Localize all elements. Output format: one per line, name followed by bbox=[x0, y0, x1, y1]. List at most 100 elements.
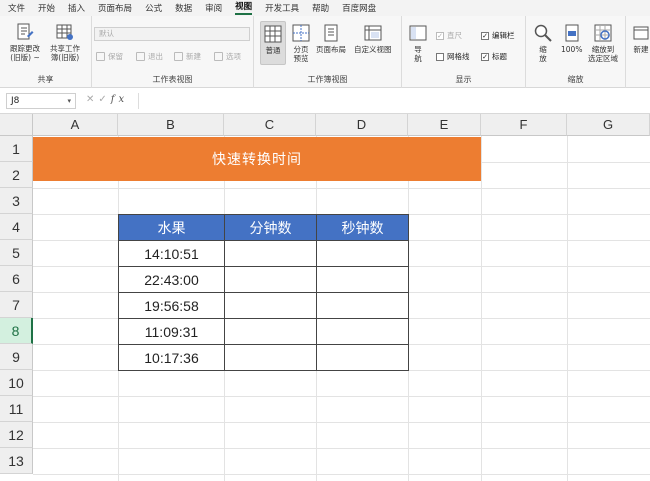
row-header-5[interactable]: 5 bbox=[0, 240, 33, 266]
normal-view-button[interactable]: 普通 bbox=[260, 21, 286, 65]
row-header-9[interactable]: 9 bbox=[0, 344, 33, 370]
share-group-label: 共享 bbox=[37, 75, 54, 84]
ruler-checkbox[interactable]: ✓ 直尺 bbox=[436, 30, 462, 41]
confirm-icon[interactable]: ✓ bbox=[98, 94, 110, 105]
fx-icon[interactable]: fx bbox=[111, 94, 128, 105]
row-header-1[interactable]: 1 bbox=[0, 136, 33, 162]
menu-item-2[interactable]: 插入 bbox=[68, 2, 85, 14]
headings-label: 标题 bbox=[492, 52, 507, 61]
zoom-100-label: 100% bbox=[561, 45, 583, 54]
table-header-cell[interactable]: 分钟数 bbox=[224, 214, 317, 241]
table-cell[interactable] bbox=[316, 240, 409, 267]
share-group: 跟踪更改 (旧版) ~ 共享工作 簿(旧版) 共享 bbox=[0, 16, 92, 88]
table-cell[interactable] bbox=[224, 318, 317, 345]
custom-view-button[interactable]: 自定义视图 bbox=[354, 23, 392, 54]
keep-button[interactable]: 保留 bbox=[96, 51, 123, 62]
page-layout-label: 页面布局 bbox=[316, 45, 346, 54]
menu-bar: 文件 开始 插入 页面布局 公式 数据 审阅 视图 开发工具 帮助 百度网盘 bbox=[0, 0, 650, 16]
zoom-selection-button[interactable]: 缩放到 选定区域 bbox=[588, 23, 618, 63]
custom-view-label: 自定义视图 bbox=[354, 45, 392, 54]
gridlines-checkbox[interactable]: 网格线 bbox=[436, 51, 470, 62]
options-button[interactable]: 选项 bbox=[214, 51, 241, 62]
workbook-view-group-label: 工作簿视图 bbox=[307, 75, 348, 84]
formula-input[interactable] bbox=[138, 93, 646, 109]
zoom-button[interactable]: 缩 放 bbox=[533, 23, 553, 63]
column-header-e[interactable]: E bbox=[408, 114, 481, 136]
row-header-12[interactable]: 12 bbox=[0, 422, 33, 448]
gridline bbox=[33, 396, 650, 397]
menu-item-5[interactable]: 数据 bbox=[175, 2, 192, 14]
formula-bar-checkbox[interactable]: ✓ 编辑栏 bbox=[481, 30, 515, 41]
row-header-6[interactable]: 6 bbox=[0, 266, 33, 292]
new-window-button[interactable]: 新建 bbox=[631, 23, 650, 54]
row-header-3[interactable]: 3 bbox=[0, 188, 33, 214]
table-cell[interactable] bbox=[316, 318, 409, 345]
table-cell[interactable] bbox=[316, 292, 409, 319]
sheet-view-dropdown[interactable]: 默认 bbox=[94, 27, 250, 41]
row-header-11[interactable]: 11 bbox=[0, 396, 33, 422]
menu-item-1[interactable]: 开始 bbox=[38, 2, 55, 14]
new-window-icon bbox=[631, 23, 650, 43]
row-header-4[interactable]: 4 bbox=[0, 214, 33, 240]
menu-item-8[interactable]: 开发工具 bbox=[265, 2, 299, 14]
page-break-preview-button[interactable]: 分页 预览 bbox=[291, 23, 311, 63]
column-header-c[interactable]: C bbox=[224, 114, 316, 136]
row-header-13[interactable]: 13 bbox=[0, 448, 33, 474]
page-layout-icon bbox=[321, 23, 341, 43]
share-workbook-icon bbox=[55, 22, 75, 42]
row-header-8[interactable]: 8 bbox=[0, 318, 33, 344]
row-header-10[interactable]: 10 bbox=[0, 370, 33, 396]
table-header-cell[interactable]: 水果 bbox=[118, 214, 225, 241]
menu-item-9[interactable]: 帮助 bbox=[312, 2, 329, 14]
table-row: 11:09:31 bbox=[118, 318, 409, 345]
navigation-button[interactable]: 导 航 bbox=[408, 23, 428, 63]
chevron-down-icon[interactable]: ▾ bbox=[67, 94, 71, 108]
zoom-100-button[interactable]: 100% bbox=[561, 23, 582, 54]
menu-item-4[interactable]: 公式 bbox=[145, 2, 162, 14]
table-cell[interactable] bbox=[224, 344, 317, 371]
menu-item-7[interactable]: 视图 bbox=[235, 1, 253, 15]
select-all-corner[interactable] bbox=[0, 114, 33, 136]
table-cell[interactable] bbox=[316, 266, 409, 293]
table-cell[interactable]: 22:43:00 bbox=[118, 266, 225, 293]
new-window-label: 新建 bbox=[633, 45, 649, 54]
formula-bar-label: 编辑栏 bbox=[492, 31, 515, 40]
navigation-label: 导 航 bbox=[414, 45, 422, 63]
table-row: 10:17:36 bbox=[118, 344, 409, 371]
table-cell[interactable] bbox=[224, 292, 317, 319]
headings-checkbox[interactable]: ✓ 标题 bbox=[481, 51, 507, 62]
menu-item-10[interactable]: 百度网盘 bbox=[342, 2, 376, 14]
menu-item-3[interactable]: 页面布局 bbox=[98, 2, 132, 14]
exit-icon bbox=[136, 52, 145, 61]
row-header-7[interactable]: 7 bbox=[0, 292, 33, 318]
column-header-b[interactable]: B bbox=[118, 114, 224, 136]
table-cell[interactable] bbox=[316, 344, 409, 371]
table-cell[interactable]: 14:10:51 bbox=[118, 240, 225, 267]
column-header-a[interactable]: A bbox=[33, 114, 118, 136]
table-cell[interactable]: 19:56:58 bbox=[118, 292, 225, 319]
sheet-view-group-label: 工作表视图 bbox=[152, 75, 193, 84]
menu-item-0[interactable]: 文件 bbox=[8, 2, 25, 14]
column-header-d[interactable]: D bbox=[316, 114, 408, 136]
row-header-2[interactable]: 2 bbox=[0, 162, 33, 188]
cancel-icon[interactable]: ✕ bbox=[86, 94, 98, 105]
title-banner[interactable]: 快速转换时间 bbox=[33, 137, 481, 182]
zoom-selection-icon bbox=[593, 23, 613, 43]
table-cell[interactable] bbox=[224, 266, 317, 293]
headings-check-icon: ✓ bbox=[481, 52, 489, 61]
gridlines-label: 网格线 bbox=[447, 52, 470, 61]
table-header-cell[interactable]: 秒钟数 bbox=[316, 214, 409, 241]
track-changes-button[interactable]: 跟踪更改 (旧版) ~ bbox=[10, 22, 40, 62]
table-cell[interactable]: 11:09:31 bbox=[118, 318, 225, 345]
gridline bbox=[33, 448, 650, 449]
column-header-f[interactable]: F bbox=[481, 114, 567, 136]
name-box[interactable]: J8 ▾ bbox=[6, 93, 76, 109]
menu-item-6[interactable]: 审阅 bbox=[205, 2, 222, 14]
page-layout-button[interactable]: 页面布局 bbox=[316, 23, 346, 54]
exit-button[interactable]: 退出 bbox=[136, 51, 163, 62]
new-view-button[interactable]: 新建 bbox=[174, 51, 201, 62]
share-workbook-button[interactable]: 共享工作 簿(旧版) bbox=[50, 22, 80, 62]
table-cell[interactable] bbox=[224, 240, 317, 267]
table-cell[interactable]: 10:17:36 bbox=[118, 344, 225, 371]
column-header-g[interactable]: G bbox=[567, 114, 650, 136]
